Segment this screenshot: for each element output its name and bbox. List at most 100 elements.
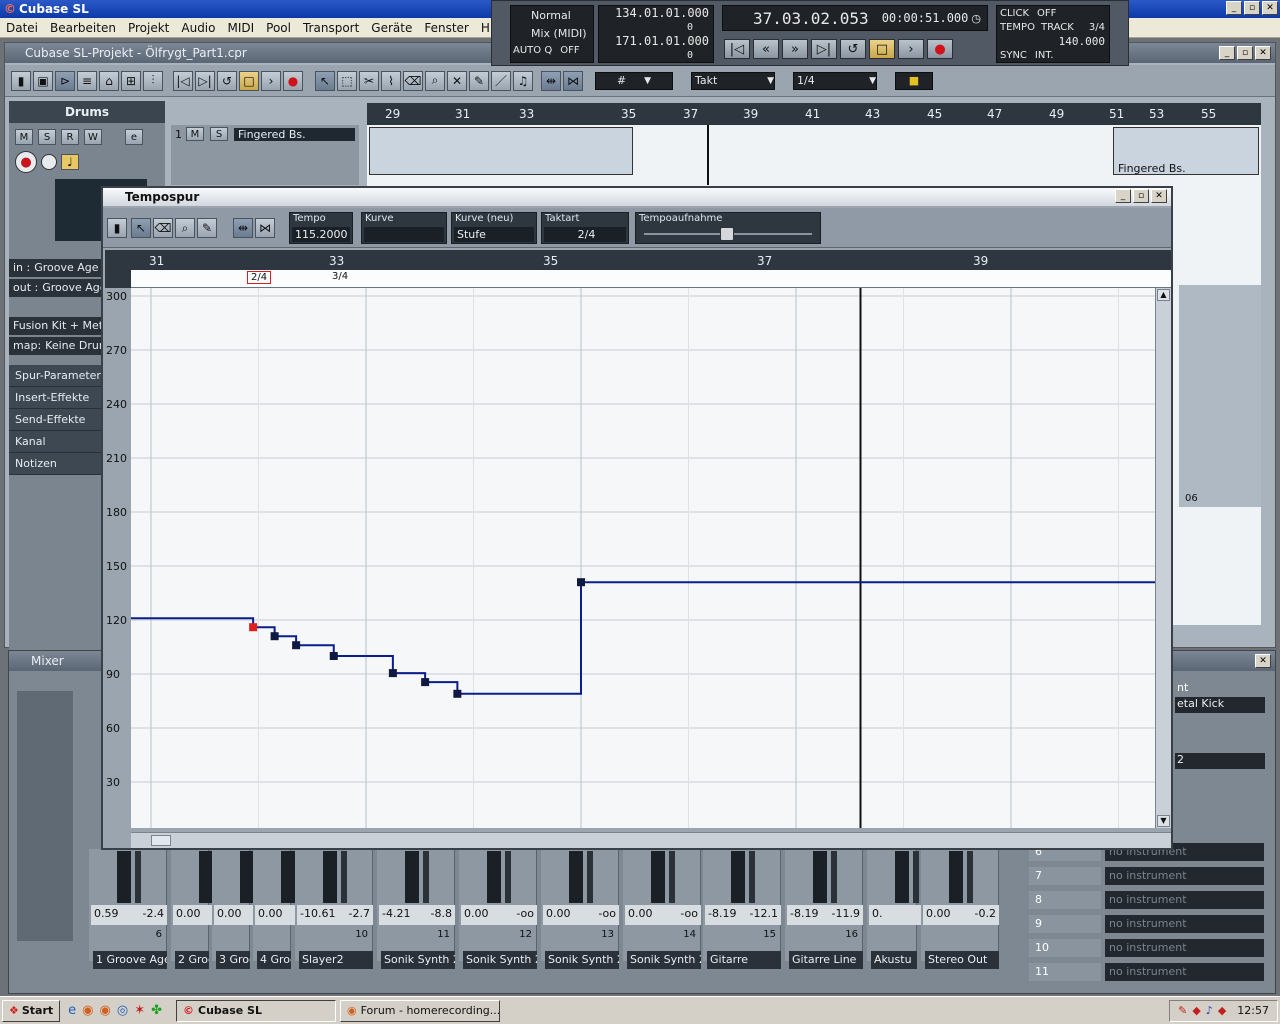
- inspector-toggle-button[interactable]: ▮: [11, 70, 31, 91]
- scroll-up-icon[interactable]: ▲: [1157, 289, 1170, 301]
- channel-name[interactable]: Sonik Synth 2: [545, 951, 619, 969]
- channel-volume[interactable]: 0.00: [926, 907, 951, 923]
- quantize-dropdown[interactable]: 1/4 ▼: [793, 71, 877, 90]
- signature-field-value[interactable]: 2/4: [544, 227, 626, 242]
- channel-name[interactable]: Sonik Synth 2: [381, 951, 455, 969]
- scroll-down-icon[interactable]: ▼: [1157, 815, 1170, 827]
- menu-audio[interactable]: Audio: [175, 21, 221, 35]
- curve-field-value[interactable]: [364, 227, 444, 242]
- instrument-slot-name[interactable]: no instrument: [1105, 867, 1264, 885]
- firefox-icon[interactable]: ◉: [82, 1003, 93, 1018]
- right-panel-value[interactable]: 2: [1175, 753, 1265, 769]
- line-tool-button[interactable]: ／: [491, 70, 511, 91]
- project-close-button[interactable]: ✕: [1255, 46, 1271, 60]
- curve-new-field-value[interactable]: Stufe: [454, 227, 534, 242]
- click-toggle[interactable]: CLICK OFF: [997, 6, 1109, 20]
- right-locator[interactable]: 171.01.01.000: [599, 34, 713, 48]
- tb-play-button[interactable]: ›: [261, 70, 281, 91]
- arrange-event-fingered-bs[interactable]: Fingered Bs.: [1113, 127, 1259, 175]
- state-button[interactable]: ▣: [33, 70, 53, 91]
- channel-fader[interactable]: [199, 851, 213, 903]
- tray-icon-3[interactable]: ♪: [1206, 1004, 1213, 1017]
- channel-name[interactable]: Stereo Out: [925, 951, 999, 969]
- signature-field[interactable]: Taktart 2/4: [541, 212, 629, 244]
- tempo-track-toggle[interactable]: TEMPO TRACK 3/4: [997, 20, 1109, 34]
- tb-cycle-button[interactable]: ↺: [217, 70, 237, 91]
- mixer-settings-button[interactable]: ⫶: [143, 70, 163, 91]
- timebase-button[interactable]: ♩: [61, 154, 79, 170]
- channel-name[interactable]: 1 Groove Agen: [93, 951, 167, 969]
- tempo-autoscroll-button[interactable]: ⇹: [233, 218, 253, 238]
- tempo-minimize-button[interactable]: _: [1115, 189, 1131, 203]
- menu-transport[interactable]: Transport: [297, 21, 365, 35]
- app-close-button[interactable]: ✕: [1262, 1, 1278, 15]
- project-maximize-button[interactable]: ▫: [1237, 46, 1253, 60]
- tempo-point[interactable]: [388, 669, 397, 678]
- rewind-start-button[interactable]: |◁: [724, 39, 750, 59]
- track-solo-button[interactable]: S: [210, 127, 228, 141]
- instrument-slot-name[interactable]: no instrument: [1105, 939, 1264, 957]
- clover-icon[interactable]: ✤: [151, 1003, 162, 1018]
- folder-button[interactable]: ⌂: [99, 70, 119, 91]
- stop-button[interactable]: □: [869, 39, 895, 59]
- tempo-curve[interactable]: [48, 581, 1194, 695]
- channel-volume[interactable]: -8.19: [790, 907, 818, 923]
- channel-name[interactable]: Akustu: [871, 951, 917, 969]
- tb-forward-end-button[interactable]: ▷|: [195, 70, 215, 91]
- channel-volume[interactable]: 0.: [872, 907, 883, 923]
- draw-tool-button[interactable]: ✎: [469, 70, 489, 91]
- channel-name[interactable]: 3 Groo: [216, 951, 250, 969]
- grid-type-dropdown[interactable]: # ▼: [595, 71, 673, 90]
- tempo-point[interactable]: [329, 652, 338, 660]
- instrument-slot-name[interactable]: no instrument: [1105, 891, 1264, 909]
- arrow-tool-button[interactable]: ↖: [315, 70, 335, 91]
- solo-button[interactable]: S: [38, 129, 56, 145]
- channel-pan[interactable]: -12.1: [750, 907, 778, 923]
- channel-pan[interactable]: -0.2: [975, 907, 996, 923]
- channel-fader[interactable]: [569, 851, 583, 903]
- inspector-track-name[interactable]: Drums: [9, 101, 165, 123]
- channel-pan[interactable]: -oo: [516, 907, 534, 923]
- left-locator[interactable]: 134.01.01.000: [599, 6, 713, 20]
- channel-volume[interactable]: 0.00: [546, 907, 571, 923]
- channel-pan[interactable]: -oo: [598, 907, 616, 923]
- glue-tool-button[interactable]: ⌇: [381, 70, 401, 91]
- tempo-point[interactable]: [249, 623, 258, 632]
- mute-tool-button[interactable]: ✕: [447, 70, 467, 91]
- tray-icon-4[interactable]: ◆: [1218, 1004, 1226, 1017]
- cycle-button[interactable]: ↺: [840, 39, 866, 59]
- ie-icon[interactable]: e: [68, 1003, 76, 1018]
- edit-button[interactable]: e: [125, 129, 143, 145]
- menu-geraete[interactable]: Geräte: [365, 21, 418, 35]
- channel-pan[interactable]: -oo: [680, 907, 698, 923]
- instrument-row[interactable]: 9 no instrument: [1029, 915, 1264, 933]
- start-button[interactable]: ❖ Start: [2, 999, 61, 1022]
- tempo-curve-svg[interactable]: [48, 288, 1194, 828]
- tb-rewind-start-button[interactable]: |◁: [173, 70, 193, 91]
- channel-volume[interactable]: 0.00: [217, 907, 242, 923]
- channel-pan[interactable]: -2.4: [143, 907, 164, 923]
- instrument-row[interactable]: 8 no instrument: [1029, 891, 1264, 909]
- tempo-record-slider[interactable]: [720, 227, 734, 241]
- read-button[interactable]: R: [61, 129, 79, 145]
- range-tool-button[interactable]: ⬚: [337, 70, 357, 91]
- channel-volume[interactable]: -4.21: [382, 907, 410, 923]
- right-panel-instrument[interactable]: etal Kick: [1175, 697, 1265, 713]
- channel-fader[interactable]: [895, 851, 909, 903]
- signature-event[interactable]: 3/4: [329, 271, 351, 282]
- channel-name[interactable]: Sonik Synth 2: [627, 951, 701, 969]
- instrument-row[interactable]: 11 no instrument: [1029, 963, 1264, 981]
- channel-fader[interactable]: [949, 851, 963, 903]
- track-row[interactable]: 1 M S Fingered Bs.: [171, 125, 359, 143]
- app-minimize-button[interactable]: _: [1226, 1, 1242, 15]
- play-button[interactable]: ›: [898, 39, 924, 59]
- channel-volume[interactable]: 0.00: [628, 907, 653, 923]
- signature-event[interactable]: 2/4: [247, 271, 272, 284]
- automation-follow-button[interactable]: ⊳: [55, 70, 75, 91]
- tempo-field-value[interactable]: 115.2000: [292, 227, 350, 242]
- curve-field[interactable]: Kurve: [361, 212, 447, 244]
- channel-pan[interactable]: -11.9: [832, 907, 860, 923]
- menu-datei[interactable]: Datei: [0, 21, 44, 35]
- project-minimize-button[interactable]: _: [1219, 46, 1235, 60]
- channel-name[interactable]: 4 Groo: [257, 951, 291, 969]
